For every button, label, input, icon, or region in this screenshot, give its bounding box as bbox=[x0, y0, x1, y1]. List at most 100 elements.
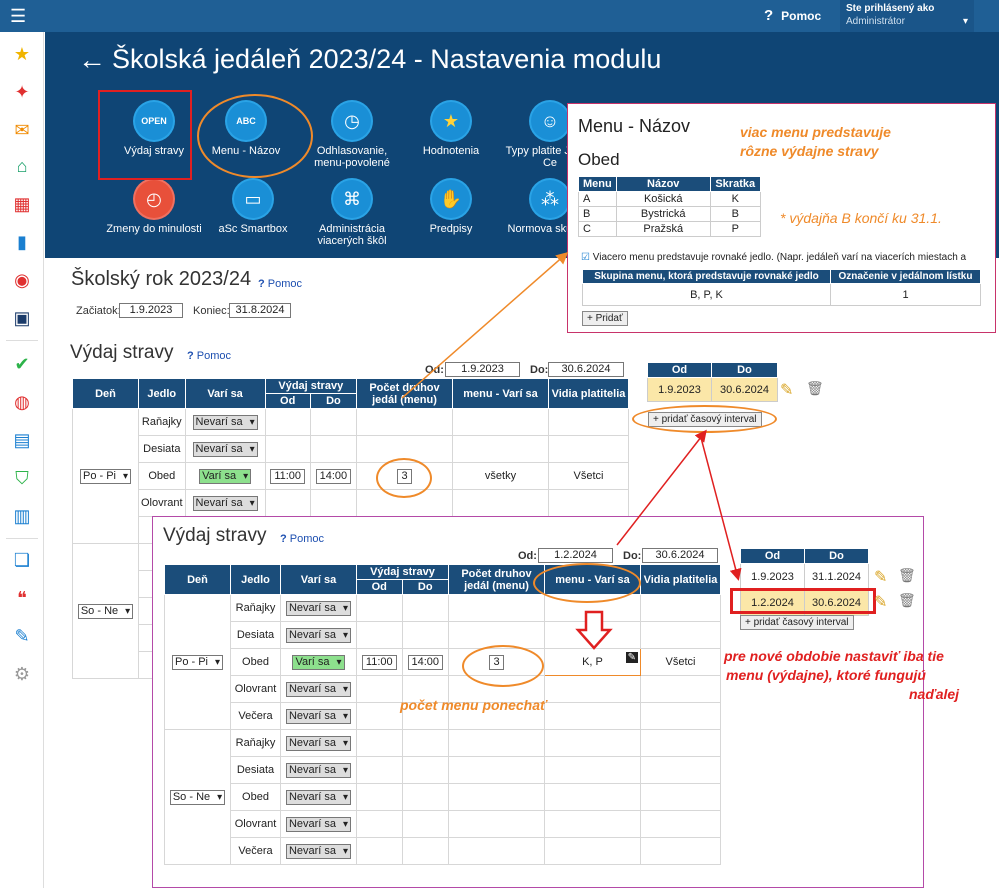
home-icon[interactable]: ⌂ bbox=[12, 156, 32, 176]
hamburger-menu-icon[interactable]: ☰ bbox=[10, 7, 30, 25]
help-link[interactable]: ? Pomoc bbox=[280, 533, 324, 545]
briefcase-icon[interactable]: ▤ bbox=[12, 430, 32, 450]
od-label: Od: bbox=[518, 550, 537, 562]
vari-select[interactable]: Nevarí sa bbox=[285, 789, 352, 805]
gear-icon[interactable]: ⚙ bbox=[12, 664, 32, 684]
star-icon[interactable]: ★ bbox=[12, 44, 32, 64]
pen-icon[interactable]: ✎ bbox=[12, 626, 32, 646]
mail-icon[interactable]: ✉ bbox=[12, 120, 32, 140]
sidebar: ★ ✦ ✉ ⌂ ▦ ▮ ◉ ▣ ✔ ◍ ▤ ⛉ ▥ ❏ ❝ ✎ ⚙ bbox=[0, 32, 44, 888]
vari-select[interactable]: Nevarí sa bbox=[285, 600, 352, 616]
bar-chart-icon[interactable]: ▥ bbox=[12, 506, 32, 526]
vydaj-table-new: Deň Jedlo Varí sa Výdaj stravy Počet druhov … bbox=[164, 564, 721, 865]
edit-pencil-icon[interactable]: ✎ bbox=[874, 592, 887, 612]
magic-wand-icon[interactable]: ✦ bbox=[12, 82, 32, 102]
add-group-button[interactable]: + Pridať bbox=[582, 311, 628, 326]
table-row: Desiata Nevarí sa bbox=[165, 756, 721, 784]
vari-select[interactable]: Nevarí sa bbox=[192, 414, 258, 430]
do-input[interactable]: 30.6.2024 bbox=[642, 548, 718, 563]
back-arrow-icon[interactable]: ← bbox=[78, 44, 106, 76]
table-row: ObedVarí sa11:0014:003všetkyVšetci bbox=[73, 462, 629, 490]
vari-select[interactable]: Varí sa bbox=[199, 468, 252, 484]
edit-icon[interactable]: ✎ bbox=[625, 652, 638, 663]
time-from-input[interactable]: 11:00 bbox=[361, 654, 397, 670]
panel-title: Menu - Názov bbox=[578, 116, 691, 136]
dots-icon: ⁂ bbox=[531, 180, 569, 218]
col-pocet: Počet druhov jedál (menu) bbox=[356, 378, 453, 409]
end-label: Koniec: bbox=[193, 305, 230, 317]
day-select[interactable]: So - Ne bbox=[77, 603, 134, 619]
interval-row: 1.9.2023 30.6.2024 bbox=[647, 377, 778, 402]
vari-select[interactable]: Nevarí sa bbox=[192, 495, 258, 511]
col-vidia: Vidia platitelia bbox=[548, 378, 629, 409]
user-menu[interactable]: Ste prihlásený ako Administrátor bbox=[840, 0, 974, 32]
check-icon[interactable]: ✔ bbox=[12, 354, 32, 374]
menu-table: Menu Názov Skratka A Košická K B Bystrická B C… bbox=[578, 176, 761, 237]
help-link[interactable]: ? Pomoc bbox=[764, 7, 821, 24]
tool-odhlasovanie[interactable]: ◷ Odhlasovanie, menu-povolené bbox=[302, 102, 402, 169]
vari-select[interactable]: Varí sa bbox=[292, 654, 345, 670]
clock-icon: ◷ bbox=[333, 102, 371, 140]
section-title: Výdaj stravy bbox=[70, 342, 174, 363]
menu-vari-cell[interactable]: K, P ✎ bbox=[544, 648, 641, 676]
vari-select[interactable]: Nevarí sa bbox=[285, 708, 352, 724]
open-book-icon[interactable]: ❏ bbox=[12, 550, 32, 570]
user-icon[interactable]: ◉ bbox=[12, 270, 32, 290]
add-interval-button[interactable]: + pridať časový interval bbox=[740, 615, 854, 630]
tool-hodnotenia[interactable]: ★ Hodnotenia bbox=[401, 102, 501, 157]
calendar-icon[interactable]: ▣ bbox=[12, 308, 32, 328]
col-jedlo: Jedlo bbox=[138, 378, 186, 409]
interval-row: 1.9.2023 31.1.2024 bbox=[740, 563, 869, 590]
od-input[interactable]: 1.2.2024 bbox=[538, 548, 613, 563]
shield-icon[interactable]: ⛉ bbox=[12, 468, 32, 488]
vari-select[interactable]: Nevarí sa bbox=[285, 843, 352, 859]
vari-select[interactable]: Nevarí sa bbox=[285, 762, 352, 778]
school-year-title: Školský rok 2023/24 bbox=[71, 268, 252, 290]
col-do: Do bbox=[309, 393, 358, 409]
do-input[interactable]: 30.6.2024 bbox=[548, 362, 624, 377]
help-link[interactable]: ? Pomoc bbox=[187, 350, 231, 362]
vari-select[interactable]: Nevarí sa bbox=[285, 681, 352, 697]
start-date-input[interactable]: 1.9.2023 bbox=[119, 303, 183, 318]
vari-select[interactable]: Nevarí sa bbox=[285, 735, 352, 751]
trash-icon[interactable]: 🗑 bbox=[898, 592, 916, 609]
time-from-input[interactable]: 11:00 bbox=[270, 468, 306, 484]
trash-icon[interactable]: 🗑 bbox=[806, 380, 824, 397]
highlight-ring bbox=[632, 405, 777, 433]
stopwatch-icon: ◴ bbox=[135, 180, 173, 218]
col-menu: menu - Varí sa bbox=[452, 378, 549, 409]
time-to-input[interactable]: 14:00 bbox=[315, 468, 352, 484]
chat-icon[interactable]: ❝ bbox=[12, 588, 32, 608]
tool-administracia[interactable]: ⌘ Administrácia viacerých škôl bbox=[302, 180, 402, 247]
help-link[interactable]: ? Pomoc bbox=[258, 278, 302, 290]
user-select[interactable]: Administrátor bbox=[846, 16, 972, 30]
col-vari: Varí sa bbox=[184, 378, 266, 409]
same-meal-checkbox[interactable]: ☑ Viacero menu predstavuje rovnaké jedlo… bbox=[581, 252, 993, 263]
vari-select[interactable]: Nevarí sa bbox=[192, 441, 258, 457]
annotation: viac menu predstavuje bbox=[740, 124, 891, 140]
tool-predpisy[interactable]: ✋ Predpisy bbox=[401, 180, 501, 235]
grid-icon[interactable]: ▦ bbox=[12, 194, 32, 214]
chart-icon[interactable]: ◍ bbox=[12, 392, 32, 412]
day-select[interactable]: Po - Pi bbox=[79, 468, 131, 484]
vari-select[interactable]: Nevarí sa bbox=[285, 816, 352, 832]
table-row: Obed Nevarí sa bbox=[165, 783, 721, 811]
highlight-box bbox=[98, 90, 192, 180]
trash-icon[interactable]: 🗑 bbox=[898, 567, 916, 584]
vari-select[interactable]: Nevarí sa bbox=[285, 627, 352, 643]
monitor-icon: ▭ bbox=[234, 180, 272, 218]
od-input[interactable]: 1.9.2023 bbox=[445, 362, 520, 377]
highlight-box bbox=[730, 588, 876, 614]
menu-row: A Košická K bbox=[578, 191, 761, 207]
edit-pencil-icon[interactable]: ✎ bbox=[780, 380, 793, 400]
edit-pencil-icon[interactable]: ✎ bbox=[874, 567, 887, 587]
end-date-input[interactable]: 31.8.2024 bbox=[229, 303, 291, 318]
tool-asc-smartbox[interactable]: ▭ aSc Smartbox bbox=[203, 180, 303, 235]
day-select[interactable]: So - Ne bbox=[169, 789, 226, 805]
time-to-input[interactable]: 14:00 bbox=[407, 654, 444, 670]
annotation: menu (výdajne), ktoré fungujú bbox=[726, 667, 926, 683]
book-icon[interactable]: ▮ bbox=[12, 232, 32, 252]
day-select[interactable]: Po - Pi bbox=[171, 654, 223, 670]
checkbox-icon[interactable]: ☑ bbox=[581, 252, 590, 263]
tool-zmeny-do-minulosti[interactable]: ◴ Zmeny do minulosti bbox=[104, 180, 204, 235]
